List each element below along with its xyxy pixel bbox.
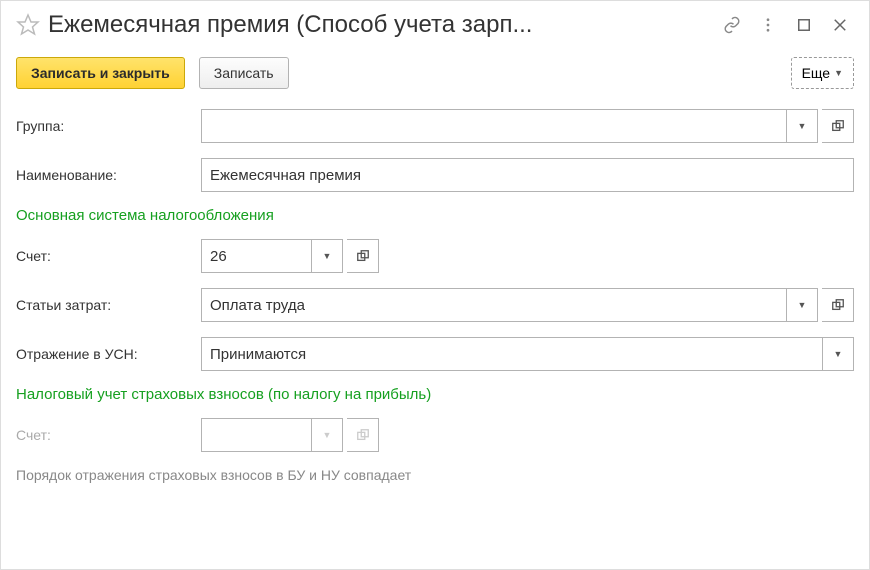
link-icon[interactable] — [718, 11, 746, 39]
insurance-info-text: Порядок отражения страховых взносов в БУ… — [16, 467, 854, 483]
account2-dropdown-button: ▼ — [311, 418, 343, 452]
more-button-label: Еще — [802, 65, 831, 81]
kebab-menu-icon[interactable] — [754, 11, 782, 39]
cost-item-dropdown-button[interactable]: ▼ — [786, 288, 818, 322]
tax-insurance-section-label: Налоговый учет страховых взносов (по нал… — [16, 386, 854, 403]
account2-open-button — [347, 418, 379, 452]
main-tax-section-label: Основная система налогообложения — [16, 207, 854, 224]
account-dropdown-button[interactable]: ▼ — [311, 239, 343, 273]
more-button[interactable]: Еще ▼ — [791, 57, 854, 89]
name-label: Наименование: — [16, 167, 201, 183]
close-icon[interactable] — [826, 11, 854, 39]
account2-label: Счет: — [16, 427, 201, 443]
account-input[interactable] — [201, 239, 311, 273]
name-input[interactable] — [201, 158, 854, 192]
cost-item-open-button[interactable] — [822, 288, 854, 322]
group-dropdown-button[interactable]: ▼ — [786, 109, 818, 143]
account2-input — [201, 418, 311, 452]
window-title: Ежемесячная премия (Способ учета зарп... — [48, 11, 710, 39]
group-input[interactable] — [201, 109, 786, 143]
cost-item-input[interactable] — [201, 288, 786, 322]
chevron-down-icon: ▼ — [834, 68, 843, 78]
usn-label: Отражение в УСН: — [16, 346, 201, 362]
account-label: Счет: — [16, 248, 201, 264]
maximize-icon[interactable] — [790, 11, 818, 39]
usn-dropdown-button[interactable]: ▼ — [822, 337, 854, 371]
account-open-button[interactable] — [347, 239, 379, 273]
favorite-star-icon[interactable] — [16, 13, 40, 37]
cost-item-label: Статьи затрат: — [16, 297, 201, 313]
save-and-close-button[interactable]: Записать и закрыть — [16, 57, 185, 89]
group-open-button[interactable] — [822, 109, 854, 143]
usn-input[interactable] — [201, 337, 822, 371]
group-label: Группа: — [16, 118, 201, 134]
save-button[interactable]: Записать — [199, 57, 289, 89]
